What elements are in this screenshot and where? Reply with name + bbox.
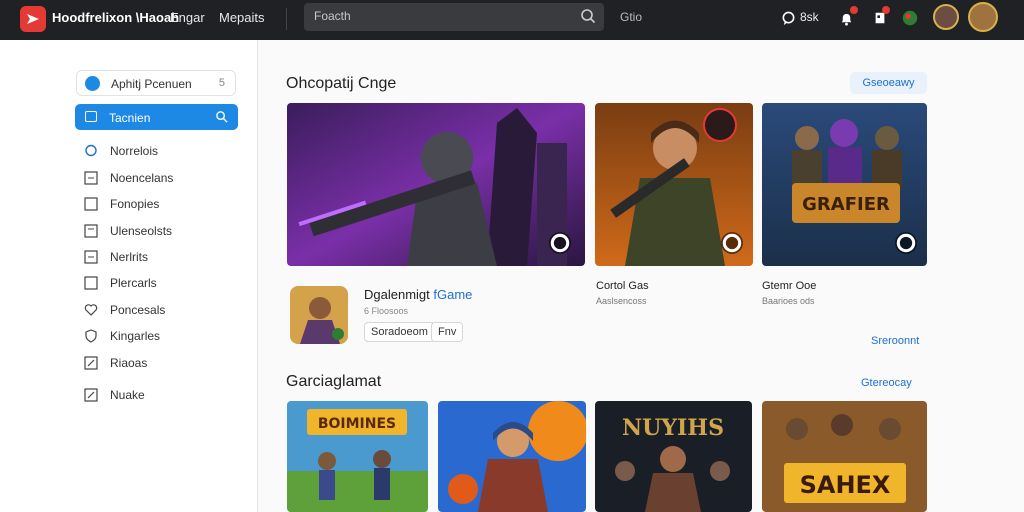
sidebar-item-label: Noencelans <box>110 171 174 185</box>
sidebar-item-4[interactable]: Nerlrits <box>84 247 244 267</box>
sidebar-item-label: Tacnien <box>109 111 151 125</box>
sidebar-item-6[interactable]: Poncesals <box>84 300 244 320</box>
square-icon <box>84 224 98 238</box>
featured-game-icon[interactable] <box>290 286 348 344</box>
sidebar-item-label: Riaoas <box>110 356 148 370</box>
featured-game-title-accent: fGame <box>433 287 473 302</box>
profile-icon <box>85 76 100 91</box>
hero-game-art <box>287 103 585 266</box>
play-icon[interactable] <box>549 232 571 254</box>
app-logo[interactable] <box>20 6 46 32</box>
sidebar-item-0[interactable]: Norrelois <box>84 141 244 161</box>
square-icon <box>84 276 98 290</box>
game-card-art: SAHEX <box>762 401 927 512</box>
section-title: Garciaglamat <box>286 373 382 390</box>
sidebar-item-label: Poncesals <box>110 303 166 317</box>
search-placeholder: Foacth <box>314 9 351 23</box>
sidebar-item-5[interactable]: Plercarls <box>84 273 244 293</box>
sidebar-item-label: Norrelois <box>110 144 159 158</box>
heart-icon <box>84 304 98 316</box>
chat-icon <box>85 144 97 157</box>
notification-badge <box>850 6 858 14</box>
sidebar-item-label: Nuake <box>110 388 145 402</box>
logo-icon <box>27 14 39 24</box>
sidebar-item-3[interactable]: Ulenseolsts <box>84 221 244 241</box>
nav-link-mepaits[interactable]: Mepaits <box>219 10 265 25</box>
banner-text: SAHEX <box>800 471 891 499</box>
game-card-art: BOIMINES <box>287 401 428 512</box>
game-card[interactable]: BOIMINES <box>287 401 428 512</box>
game-card-art: NUYIHS <box>595 401 752 512</box>
friend-avatar[interactable] <box>933 4 959 30</box>
sidebar-item-label: Plercarls <box>110 276 157 290</box>
banner-text: BOIMINES <box>318 416 396 432</box>
chat-icon[interactable] <box>778 8 798 28</box>
edit-icon <box>84 356 98 370</box>
user-avatar[interactable] <box>968 2 998 32</box>
see-more-link[interactable]: Sreroonnt <box>871 335 919 347</box>
sidebar-item-label: Kingarles <box>110 329 161 343</box>
sidebar-item-label: Aphitj Pcenuen <box>111 77 192 91</box>
grid-icon <box>84 250 98 264</box>
nav-divider <box>286 8 287 30</box>
store-icon <box>85 111 97 122</box>
featured-game-title[interactable]: Dgalenmigt fGame <box>364 287 472 302</box>
sidebar-item-label: Nerlrits <box>110 250 148 264</box>
game-card[interactable]: SAHEX <box>762 401 927 512</box>
featured-game-followers: 6 Floosoos <box>364 306 409 316</box>
flag-badge <box>882 6 890 14</box>
game-icon[interactable] <box>900 8 920 28</box>
featured-game-title-main: Dgalenmigt <box>364 287 434 302</box>
play-icon[interactable] <box>895 232 917 254</box>
edit-icon <box>84 388 98 402</box>
featured-game-chip[interactable]: Fnv <box>431 322 464 342</box>
nav-link-engar[interactable]: Engar <box>170 10 205 25</box>
grid-icon <box>84 171 98 185</box>
sidebar-item-active[interactable]: Tacnien <box>75 104 238 130</box>
game-card[interactable] <box>595 103 753 266</box>
hero-game-card[interactable] <box>287 103 585 266</box>
game-card-subtitle: Aaslsencoss <box>596 296 647 306</box>
game-card-title[interactable]: Cortol Gas <box>596 280 649 292</box>
game-card-subtitle: Baarioes ods <box>762 296 815 306</box>
search-input[interactable]: Foacth <box>304 3 604 31</box>
sidebar: Aphitj Pcenuen 5 Tacnien Norrelois Noenc… <box>0 40 258 512</box>
svg-text:GRAFIER: GRAFIER <box>802 194 890 215</box>
game-card[interactable]: NUYIHS <box>595 401 752 512</box>
square-icon <box>84 197 98 211</box>
section-action-button[interactable]: Gseoeawy <box>850 72 927 94</box>
search-icon[interactable] <box>215 110 228 123</box>
top-extra-label[interactable]: Gtio <box>620 10 642 24</box>
game-card[interactable] <box>438 401 586 512</box>
featured-game-chip[interactable]: Soradoeom <box>364 322 435 342</box>
sidebar-item-count: 5 <box>218 77 225 89</box>
section-title: Ohcopatij Cnge <box>286 75 397 92</box>
sidebar-item-9[interactable]: Nuake <box>84 385 244 405</box>
online-count: 8sk <box>800 10 819 24</box>
game-card-art <box>438 401 586 512</box>
sidebar-item-profile[interactable]: Aphitj Pcenuen 5 <box>76 70 236 96</box>
sidebar-item-label: Fonopies <box>110 197 160 211</box>
shield-icon <box>85 329 97 343</box>
sidebar-item-8[interactable]: Riaoas <box>84 353 244 373</box>
brand-name[interactable]: Hoodfrelixon \Haoah <box>52 10 179 25</box>
search-icon[interactable] <box>580 8 596 24</box>
category-link[interactable]: Gtereocay <box>861 377 912 389</box>
sidebar-item-2[interactable]: Fonopies <box>84 194 244 214</box>
sidebar-item-label: Ulenseolsts <box>110 224 173 238</box>
top-bar: Hoodfrelixon \Haoah Engar Mepaits Foacth… <box>0 0 1024 40</box>
banner-text: NUYIHS <box>622 415 724 441</box>
sidebar-item-1[interactable]: Noencelans <box>84 168 244 188</box>
game-card-title[interactable]: Gtemr Ooe <box>762 280 816 292</box>
sidebar-item-7[interactable]: Kingarles <box>84 326 244 346</box>
game-card[interactable]: GRAFIER <box>762 103 927 266</box>
play-icon[interactable] <box>721 232 743 254</box>
